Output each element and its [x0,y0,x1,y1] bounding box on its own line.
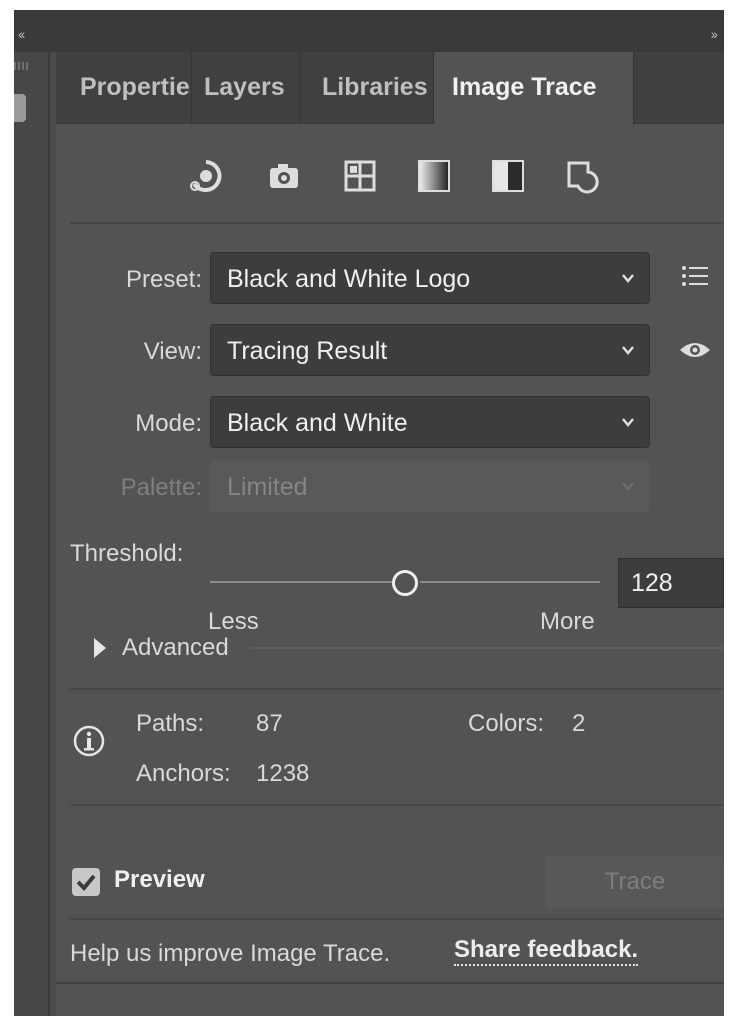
tab-layers[interactable]: Layers [192,52,300,124]
mode-dropdown[interactable]: Black and White [210,396,650,448]
advanced-divider [250,647,724,649]
tab-image-trace[interactable]: Image Trace [434,52,634,125]
collapse-left-icon[interactable]: ‹‹ [18,26,25,42]
section-separator [70,688,724,690]
panel-bottom-border [56,982,724,984]
view-dropdown[interactable]: Tracing Result [210,324,650,376]
outline-icon[interactable] [564,158,600,194]
split-square-icon[interactable] [490,158,526,194]
mode-label: Mode: [135,410,202,437]
preset-dropdown[interactable]: Black and White Logo [210,252,650,304]
advanced-disclosure-icon[interactable] [90,634,110,662]
threshold-max-label: More [540,608,595,635]
paths-value: 87 [256,710,283,737]
paths-label: Paths: [136,710,205,737]
preset-list-icon[interactable] [680,264,710,290]
colors-value: 2 [572,710,586,737]
preset-value: Black and White Logo [227,265,471,293]
window-title-bar: ‹‹ ›› [14,10,724,52]
preset-label: Preset: [125,266,202,293]
chevron-down-icon [622,346,634,355]
grid-icon[interactable] [342,158,378,194]
palette-dropdown[interactable]: Limited [210,460,650,512]
trace-button[interactable]: Trace [546,856,724,908]
advanced-label[interactable]: Advanced [122,634,229,662]
dock-button[interactable] [14,94,26,122]
chevron-down-icon [622,482,634,491]
anchors-value: 1238 [256,760,310,787]
preview-label[interactable]: Preview [114,866,205,894]
threshold-slider-thumb[interactable] [392,570,418,596]
anchors-label: Anchors: [136,760,231,787]
view-value: Tracing Result [227,337,388,365]
checkmark-icon [76,874,96,891]
threshold-input[interactable]: 128 [618,558,724,608]
camera-icon[interactable] [266,158,302,194]
share-feedback-link[interactable]: Share feedback. [454,936,639,966]
image-trace-panel: Properties Layers Libraries Image Trace [56,52,724,1016]
auto-color-icon[interactable] [188,158,224,194]
threshold-min-label: Less [208,608,259,635]
view-label: View: [143,338,202,365]
info-icon [72,724,106,758]
mode-value: Black and White [227,409,408,437]
preview-checkbox[interactable] [72,868,100,896]
chevron-down-icon [622,274,634,283]
gradient-icon[interactable] [416,158,452,194]
image-trace-window: ‹‹ ›› Properties Layers Libraries Image … [14,10,724,1016]
left-dock-strip [14,52,50,1016]
collapse-right-icon[interactable]: ›› [711,26,718,42]
threshold-value: 128 [631,569,673,597]
tab-properties[interactable]: Properties [56,52,192,124]
grip-handle[interactable] [14,62,28,70]
chevron-down-icon [622,418,634,427]
palette-value: Limited [227,473,308,501]
threshold-slider-track-left[interactable] [210,581,392,583]
eye-icon[interactable] [678,336,712,364]
colors-label: Colors: [468,710,545,737]
threshold-label: Threshold: [70,540,184,567]
section-separator [70,918,724,920]
preset-icon-row [70,124,724,224]
section-separator [70,804,724,806]
palette-label: Palette: [120,474,202,501]
feedback-text: Help us improve Image Trace. [70,940,391,967]
threshold-slider-track-right[interactable] [420,581,600,583]
tab-libraries[interactable]: Libraries [300,52,434,124]
tab-bar: Properties Layers Libraries Image Trace [56,52,724,125]
